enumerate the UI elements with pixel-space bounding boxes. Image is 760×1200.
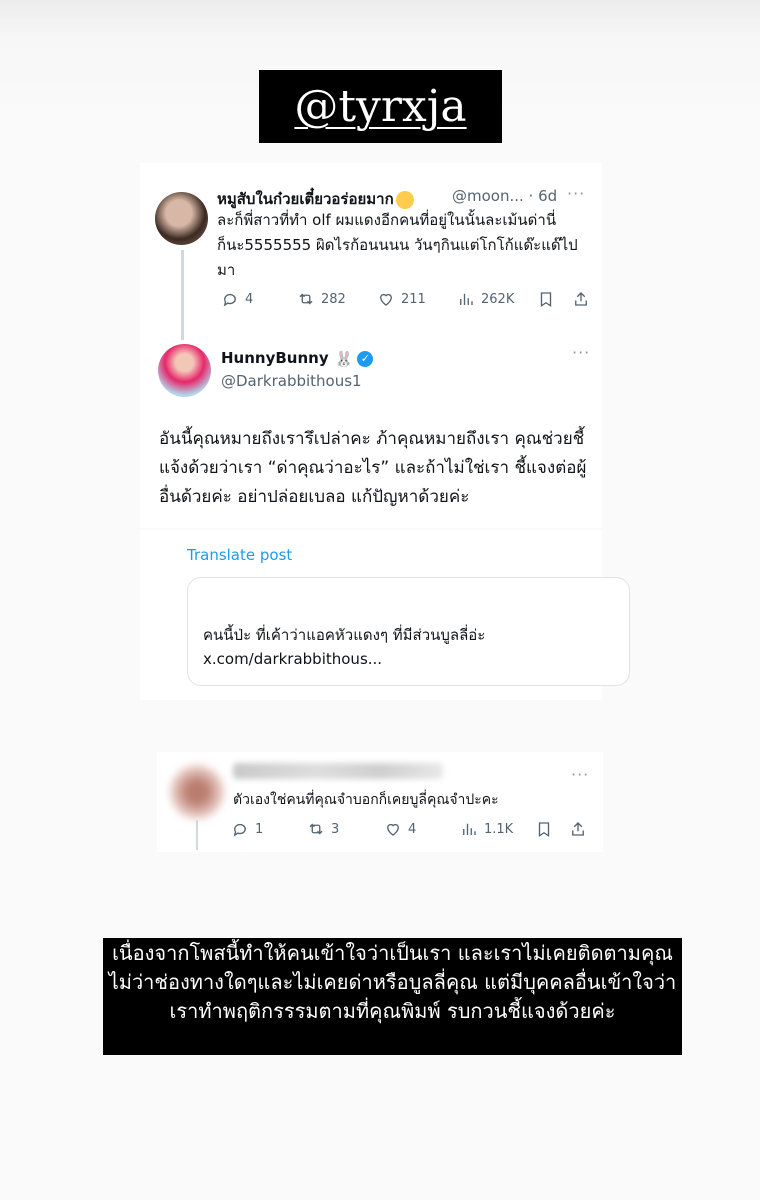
reply-button[interactable]: 4	[221, 290, 253, 308]
blurred-username	[233, 763, 443, 779]
like-button[interactable]: 211	[377, 290, 426, 308]
avatar[interactable]	[155, 192, 208, 245]
post1-body: ละก็พี่สาวที่ทำ olf ผมแดงอีกคนที่อยู่ในน…	[217, 211, 578, 279]
quoted-post-text: คนนี้ป่ะ ที่เค้าว่าแอคหัวแดงๆ ที่มีส่วนบ…	[203, 626, 486, 668]
bookmark-button[interactable]	[535, 820, 553, 838]
repost-button[interactable]: 3	[307, 820, 339, 838]
views-icon	[460, 293, 473, 305]
share-button[interactable]	[572, 290, 590, 308]
avatar[interactable]	[170, 765, 224, 819]
views-button[interactable]: 262K	[457, 290, 514, 308]
heart-icon	[387, 823, 399, 836]
post2-body: อันนี้คุณหมายถึงเรารึเปล่าคะ ภ้าคุณหมายถ…	[159, 429, 587, 507]
post1-actions: 4 282 211 262K	[217, 288, 597, 310]
heart-icon	[380, 293, 392, 306]
more-options-icon[interactable]: ···	[567, 184, 585, 203]
post1-handle-time: @moon... · 6d	[452, 187, 558, 205]
avatar[interactable]	[158, 344, 211, 397]
views-button[interactable]: 1.1K	[460, 820, 513, 838]
repost-button[interactable]: 282	[297, 290, 346, 308]
more-options-icon[interactable]: ···	[572, 343, 590, 362]
reply-button[interactable]: 1	[231, 820, 263, 838]
mention-text: @tyrxja	[294, 81, 467, 132]
repost-icon	[309, 823, 323, 835]
translate-post-link[interactable]: Translate post	[187, 546, 292, 564]
story-caption: เนื่องจากโพสนี้ทำให้คนเข้าใจว่าเป็นเรา แ…	[103, 938, 682, 1055]
bookmark-icon	[540, 292, 552, 308]
bookmark-button[interactable]	[537, 290, 555, 308]
face-emoji-icon	[395, 190, 414, 209]
post2-author[interactable]: HunnyBunny 🐰 ✓	[221, 349, 374, 368]
repost-icon	[299, 293, 313, 305]
story-caption-text: เนื่องจากโพสนี้ทำให้คนเข้าใจว่าเป็นเรา แ…	[108, 941, 677, 1023]
share-button[interactable]	[569, 820, 587, 838]
more-options-icon[interactable]: ···	[571, 765, 589, 784]
like-button[interactable]: 4	[384, 820, 416, 838]
share-icon	[575, 292, 587, 306]
post3-actions: 1 3 4 1.1K	[231, 819, 601, 839]
verified-badge-icon: ✓	[357, 350, 374, 367]
post2-handle: @Darkrabbithous1	[221, 372, 362, 390]
share-icon	[572, 822, 584, 836]
thread-connector	[181, 250, 184, 340]
views-icon	[463, 823, 476, 835]
reply-icon	[233, 823, 246, 837]
reply-icon	[223, 293, 236, 307]
quoted-post[interactable]: คนนี้ป่ะ ที่เค้าว่าแอคหัวแดงๆ ที่มีส่วนบ…	[187, 577, 630, 686]
bunny-emoji-icon: 🐰	[334, 349, 354, 368]
bookmark-icon	[538, 822, 550, 838]
post3-body: ตัวเองใช่คนที่คุณจำบอกก็เคยบูลี่คุณจำปะค…	[233, 792, 499, 808]
story-mention-label[interactable]: @tyrxja	[259, 70, 502, 143]
thread-connector	[196, 820, 198, 850]
